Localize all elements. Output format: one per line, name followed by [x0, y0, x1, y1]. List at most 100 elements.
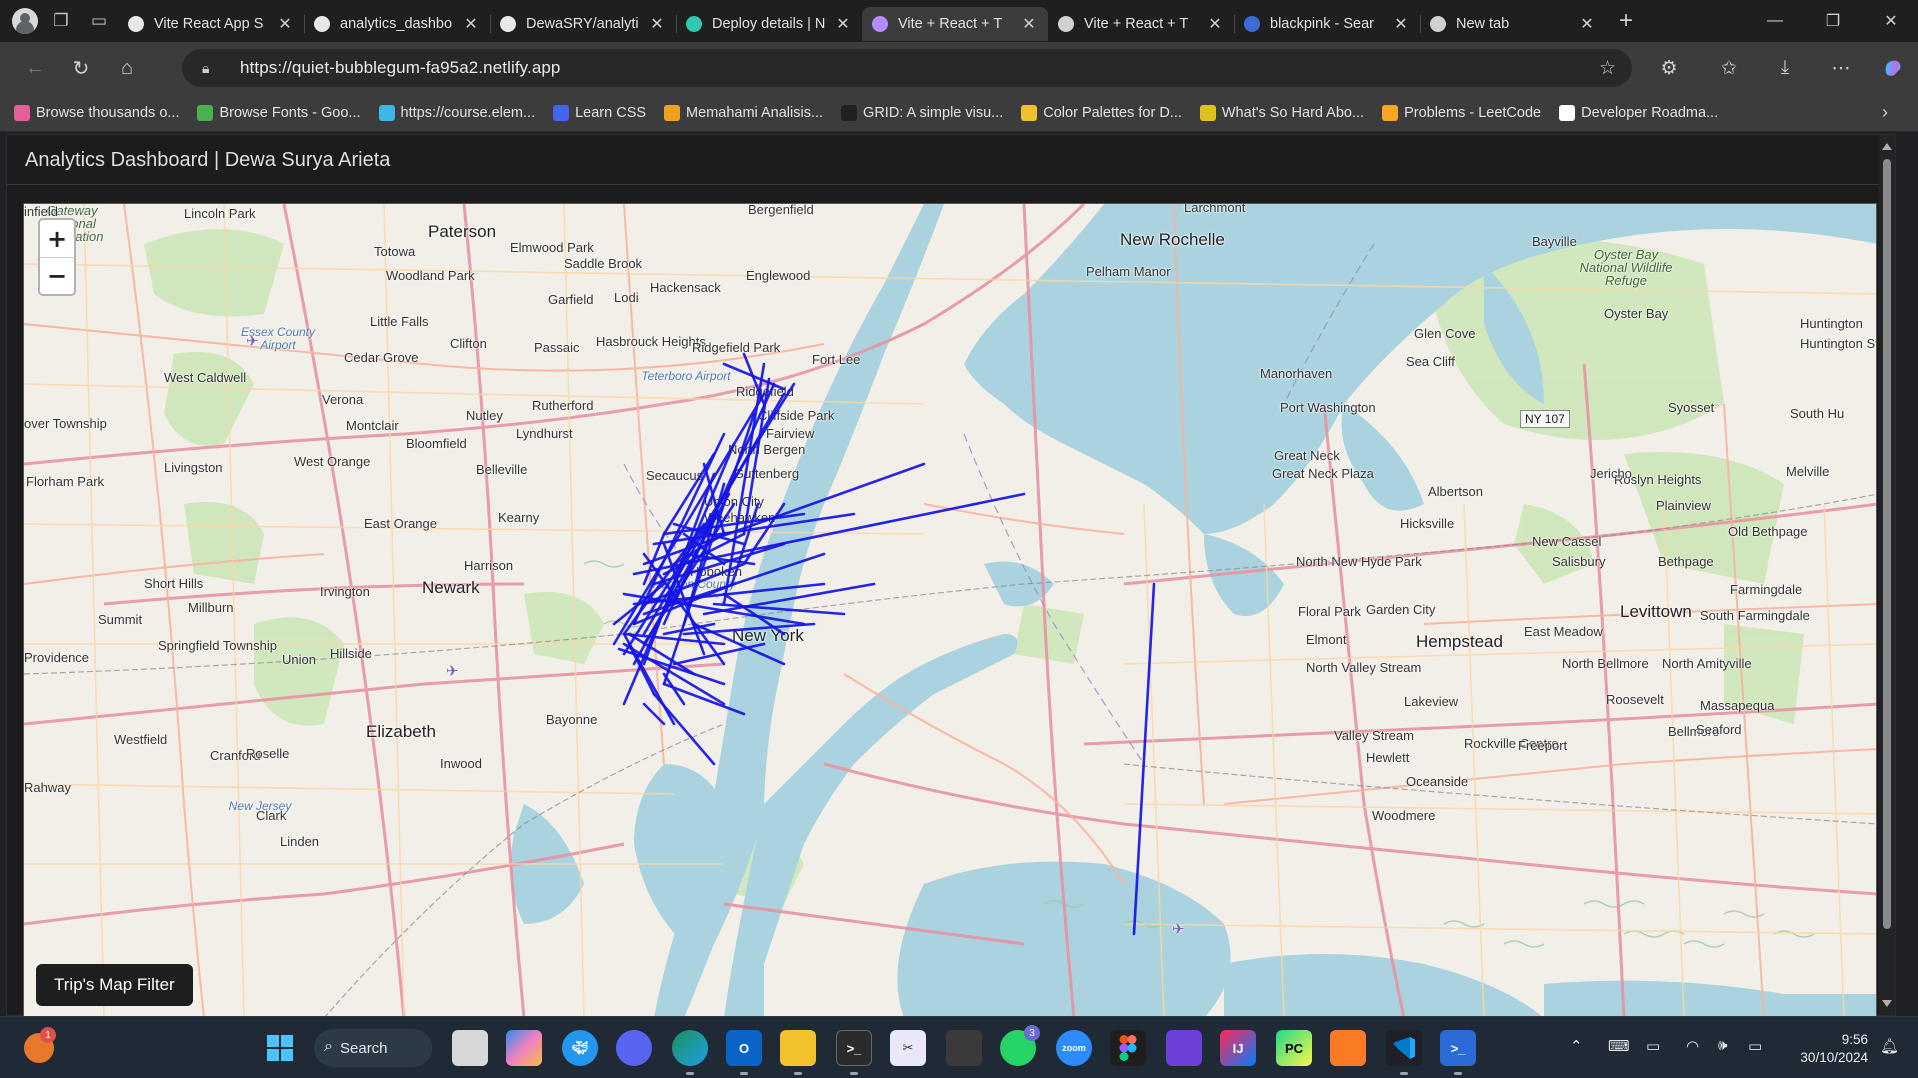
- taskbar-search[interactable]: ⌕ Search: [314, 1029, 432, 1067]
- bookmark-label: https://course.elem...: [400, 104, 536, 121]
- keyboard-icon[interactable]: ⌨: [1608, 1037, 1630, 1055]
- browser-tab[interactable]: Vite + React + T ✕: [862, 7, 1048, 41]
- bookmark-item[interactable]: GRID: A simple visu...: [841, 104, 1004, 121]
- vertical-tabs-icon[interactable]: ▭: [80, 0, 118, 42]
- bookmark-item[interactable]: Learn CSS: [553, 104, 646, 121]
- terminal-icon[interactable]: >_: [836, 1030, 872, 1066]
- bookmark-item[interactable]: Developer Roadma...: [1559, 104, 1718, 121]
- browser-tab[interactable]: New tab ✕: [1420, 7, 1606, 41]
- whatsapp-badge: 3: [1024, 1025, 1040, 1041]
- tab-close-icon[interactable]: ✕: [1392, 14, 1410, 34]
- bookmark-item[interactable]: Browse Fonts - Goo...: [197, 104, 361, 121]
- wifi-icon[interactable]: ◠: [1686, 1037, 1699, 1055]
- running-indicator: [740, 1072, 748, 1075]
- trip-lines-layer: [612, 352, 1156, 936]
- notification-bell-icon[interactable]: 🔔︎: [1880, 1037, 1899, 1055]
- chevron-up-icon[interactable]: ⌃: [1570, 1037, 1583, 1055]
- browser-tab[interactable]: analytics_dashbo ✕: [304, 7, 490, 41]
- tab-close-icon[interactable]: ✕: [834, 14, 852, 34]
- bookmark-favicon-icon: [378, 104, 395, 121]
- obsidian-icon[interactable]: [1166, 1030, 1202, 1066]
- bookmark-label: GRID: A simple visu...: [863, 104, 1004, 121]
- zoom-in-button[interactable]: +: [40, 220, 74, 257]
- new-tab-button[interactable]: +: [1606, 0, 1646, 42]
- discord-icon[interactable]: [616, 1030, 652, 1066]
- volume-icon[interactable]: 🕪︎: [1718, 1037, 1727, 1054]
- figma-icon[interactable]: [1110, 1030, 1146, 1066]
- scroll-up-arrow-icon[interactable]: [1882, 143, 1892, 150]
- battery-icon[interactable]: ▭: [1748, 1037, 1762, 1055]
- zoom-out-button[interactable]: −: [40, 257, 74, 294]
- tab-close-icon[interactable]: ✕: [1578, 14, 1596, 34]
- zoom-app-icon[interactable]: zoom: [1056, 1030, 1092, 1066]
- browser-tab[interactable]: Vite React App S ✕: [118, 7, 304, 41]
- outlook-icon[interactable]: O: [726, 1030, 762, 1066]
- scroll-down-arrow-icon[interactable]: [1882, 1000, 1892, 1007]
- tab-favicon-icon: [314, 16, 330, 32]
- browser-tab[interactable]: Vite + React + T ✕: [1048, 7, 1234, 41]
- airport-icon: ✈: [1172, 921, 1185, 938]
- file-explorer-icon[interactable]: [780, 1030, 816, 1066]
- profile-avatar-icon[interactable]: [12, 8, 38, 34]
- close-window-button[interactable]: ✕: [1862, 0, 1918, 42]
- chevron-right-icon[interactable]: ›: [1882, 102, 1888, 123]
- copilot-app-icon[interactable]: [506, 1030, 542, 1066]
- trip-line: [662, 682, 746, 716]
- browser-tab[interactable]: DewaSRY/analyti ✕: [490, 7, 676, 41]
- tab-title: blackpink - Sear: [1270, 16, 1374, 32]
- extensions-icon[interactable]: ⚙: [1646, 45, 1692, 91]
- tab-close-icon[interactable]: ✕: [1206, 14, 1224, 34]
- downloads-icon[interactable]: ⤓: [1762, 45, 1808, 91]
- favorites-icon[interactable]: ✩: [1706, 45, 1752, 91]
- windows-start-icon[interactable]: [262, 1030, 298, 1066]
- bookmark-label: Problems - LeetCode: [1404, 104, 1542, 121]
- site-info-lock-icon[interactable]: 🔒︎: [202, 60, 218, 76]
- vscode-icon[interactable]: [1386, 1030, 1422, 1066]
- bookmark-item[interactable]: https://course.elem...: [378, 104, 536, 121]
- game-app-icon[interactable]: [946, 1030, 982, 1066]
- bookmark-item[interactable]: What's So Hard Abo...: [1199, 104, 1364, 121]
- trip-map-filter-button[interactable]: Trip's Map Filter: [36, 964, 193, 1006]
- scrollbar-thumb[interactable]: [1883, 159, 1891, 929]
- minimize-window-button[interactable]: —: [1746, 0, 1804, 42]
- tab-close-icon[interactable]: ✕: [648, 14, 666, 34]
- intellij-icon[interactable]: IJ: [1220, 1030, 1256, 1066]
- back-arrow-icon[interactable]: ←: [12, 45, 58, 91]
- airport-icon: ✈: [446, 663, 459, 680]
- copilot-icon[interactable]: [1870, 45, 1916, 91]
- tab-close-icon[interactable]: ✕: [276, 14, 294, 34]
- bookmark-label: Browse thousands o...: [36, 104, 180, 121]
- tab-favicon-icon: [1244, 16, 1260, 32]
- home-icon[interactable]: ⌂: [104, 45, 150, 91]
- more-menu-icon[interactable]: ⋯: [1818, 45, 1864, 91]
- reload-icon[interactable]: ↻: [58, 45, 104, 91]
- pycharm-icon[interactable]: PC: [1276, 1030, 1312, 1066]
- trip-map[interactable]: Lincoln Park Paterson Totowa Elmwood Park Sa…: [23, 203, 1877, 1017]
- docker-icon[interactable]: 🐳︎: [562, 1030, 598, 1066]
- system-clock[interactable]: 9:56 30/10/2024: [1800, 1031, 1868, 1067]
- tab-close-icon[interactable]: ✕: [1020, 14, 1038, 34]
- page-scrollbar[interactable]: [1879, 135, 1895, 1015]
- bookmark-item[interactable]: Browse thousands o...: [14, 104, 180, 121]
- restore-window-button[interactable]: ❐: [1804, 0, 1862, 42]
- tab-favicon-icon: [1430, 16, 1446, 32]
- bookmark-item[interactable]: Problems - LeetCode: [1382, 104, 1542, 121]
- web-page: Analytics Dashboard | Dewa Surya Arieta: [6, 134, 1896, 1017]
- task-view-icon[interactable]: [452, 1030, 488, 1066]
- tab-favicon-icon: [1058, 16, 1074, 32]
- favorite-star-icon[interactable]: ☆: [1599, 57, 1616, 80]
- powershell-icon[interactable]: >_: [1440, 1030, 1476, 1066]
- tab-close-icon[interactable]: ✕: [462, 14, 480, 34]
- bookmark-item[interactable]: Memahami Analisis...: [664, 104, 823, 121]
- browser-tab[interactable]: blackpink - Sear ✕: [1234, 7, 1420, 41]
- workspaces-icon[interactable]: ❐: [42, 0, 80, 42]
- bookmark-favicon-icon: [553, 104, 570, 121]
- address-url[interactable]: https://quiet-bubblegum-fa95a2.netlify.a…: [240, 58, 560, 78]
- display-icon[interactable]: ▭: [1646, 1037, 1660, 1055]
- xampp-icon[interactable]: [1330, 1030, 1366, 1066]
- bookmark-item[interactable]: Color Palettes for D...: [1021, 104, 1182, 121]
- address-bar[interactable]: 🔒︎ https://quiet-bubblegum-fa95a2.netlif…: [182, 49, 1632, 87]
- edge-browser-icon[interactable]: [672, 1030, 708, 1066]
- snipping-tool-icon[interactable]: ✂: [890, 1030, 926, 1066]
- browser-tab[interactable]: Deploy details | N ✕: [676, 7, 862, 41]
